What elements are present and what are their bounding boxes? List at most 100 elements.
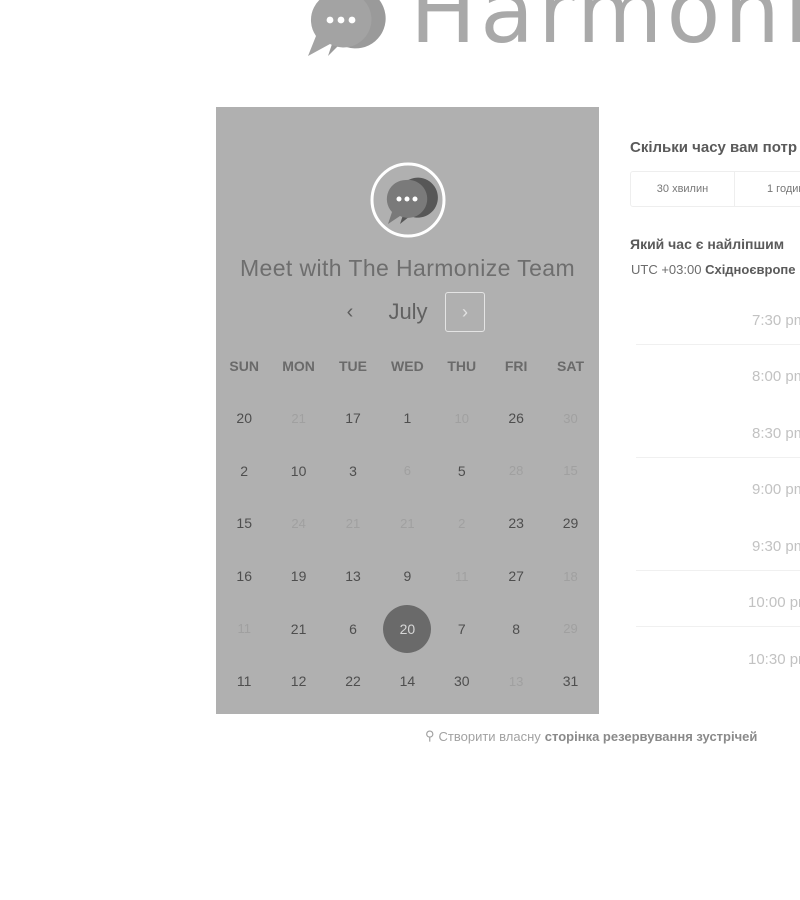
- calendar-day[interactable]: 30: [435, 655, 489, 708]
- calendar-day-number: 26: [508, 410, 524, 427]
- brand-logo-icon: [308, 0, 386, 56]
- calendar-day[interactable]: 10: [271, 445, 325, 498]
- month-label: July: [388, 299, 428, 324]
- calendar-day-selected[interactable]: 20: [380, 602, 434, 655]
- calendar-day[interactable]: 23: [489, 497, 543, 550]
- calendar-day-number: 23: [508, 515, 524, 532]
- calendar-day: 13: [489, 655, 543, 708]
- calendar-day[interactable]: 26: [489, 392, 543, 445]
- calendar-day-number: 8: [512, 620, 521, 637]
- calendar-title: Meet with The Harmonize Team: [239, 255, 576, 281]
- calendar-day[interactable]: 11: [217, 655, 271, 708]
- calendar-day-number: 13: [345, 568, 361, 585]
- duration-option-60[interactable]: 1 годин: [735, 172, 800, 206]
- calendar-day: 21: [271, 392, 325, 445]
- footer-link[interactable]: ⚲ Створити власну сторінка резервування …: [425, 728, 757, 744]
- calendar-day-number: 11: [237, 621, 251, 637]
- weekday-label: FRI: [504, 358, 528, 374]
- calendar-day-number: 7: [457, 620, 466, 637]
- time-slot-label: 9:30 pm: [752, 537, 800, 555]
- calendar-day-number: 28: [508, 463, 524, 479]
- time-slot[interactable]: 7:30 pm: [630, 292, 800, 349]
- calendar-day[interactable]: 29: [543, 497, 597, 550]
- duration-question: Скільки часу вам потр: [630, 139, 798, 156]
- footer-link-text[interactable]: сторінка резервування зустрічей: [545, 729, 758, 744]
- slot-divider: [636, 343, 800, 345]
- time-slot[interactable]: 10:00 pm: [630, 575, 800, 632]
- weekday-header: SUN MON TUE WED THU FRI SAT: [217, 358, 598, 374]
- timezone-selector[interactable]: UTC +03:00 Східноєвропе: [631, 262, 796, 277]
- calendar-day[interactable]: 9: [380, 550, 434, 603]
- calendar-day-number: 6: [403, 463, 411, 479]
- calendar-week-row: 11 21 6 20 7 8 29: [217, 602, 598, 655]
- calendar-day[interactable]: 22: [326, 655, 380, 708]
- weekday-label: THU: [447, 358, 477, 374]
- calendar-day-number: 21: [400, 515, 415, 531]
- time-slot[interactable]: 8:30 pm: [630, 405, 800, 462]
- calendar-day-number: 13: [508, 673, 524, 689]
- calendar-day-number: 30: [453, 673, 470, 690]
- slot-divider: [636, 569, 800, 571]
- calendar-day-number: 27: [508, 568, 524, 585]
- time-slot-label: 10:30 pm: [748, 650, 800, 668]
- calendar-day[interactable]: 12: [271, 655, 325, 708]
- calendar-day[interactable]: 13: [326, 550, 380, 603]
- calendar-day-number: 3: [349, 462, 357, 479]
- calendar-day[interactable]: 5: [435, 445, 489, 498]
- time-slot[interactable]: 10:30 pm: [630, 631, 800, 688]
- calendar-day[interactable]: 15: [217, 497, 271, 550]
- calendar-day-number: 21: [291, 410, 306, 426]
- calendar-day-number: 11: [455, 568, 469, 584]
- duration-selector: 30 хвилин 1 годин: [630, 171, 800, 207]
- calendar-day: 2: [435, 497, 489, 550]
- slot-divider: [636, 456, 800, 458]
- time-slot[interactable]: 9:30 pm: [630, 518, 800, 575]
- calendar-day: 11: [217, 602, 271, 655]
- slot-divider: [636, 626, 800, 627]
- calendar-day-number: 12: [290, 673, 307, 690]
- calendar-day[interactable]: 3: [326, 445, 380, 498]
- calendar-day[interactable]: 20: [217, 392, 271, 445]
- time-slot[interactable]: 8:00 pm: [630, 349, 800, 406]
- calendar-day-number: 20: [383, 604, 432, 653]
- booking-panel: Скільки часу вам потр 30 хвилин 1 годин …: [630, 0, 800, 900]
- calendar-day[interactable]: 19: [271, 550, 325, 603]
- calendar-day-number: 11: [236, 673, 252, 690]
- duration-option-30[interactable]: 30 хвилин: [631, 172, 735, 206]
- calendar-day[interactable]: 1: [380, 392, 434, 445]
- calendar-day-number: 2: [240, 462, 249, 479]
- calendar-day: 21: [326, 497, 380, 550]
- calendar-day: 21: [380, 497, 434, 550]
- time-slot-label: 9:00 pm: [752, 481, 800, 499]
- calendar-day[interactable]: 14: [380, 655, 434, 708]
- calendar-week-row: 16 19 13 9 11 27 18: [217, 550, 598, 603]
- calendar-day[interactable]: 6: [326, 602, 380, 655]
- team-avatar-icon: [370, 162, 446, 238]
- time-slot-list: 7:30 pm 8:00 pm 8:30 pm 9:00 pm 9:30 pm 10:00…: [630, 292, 800, 688]
- calendar-day[interactable]: 21: [271, 602, 325, 655]
- calendar-day-number: 9: [403, 568, 412, 585]
- calendar-day[interactable]: 17: [326, 392, 380, 445]
- weekday-label: SUN: [229, 358, 259, 374]
- calendar-day-number: 20: [236, 410, 252, 427]
- time-question: Який час є найліпшим: [630, 236, 785, 252]
- calendar-day-number: 2: [458, 515, 466, 531]
- calendar-week-row: 2 10 3 6 5 28 15: [217, 445, 598, 498]
- calendar-day-number: 6: [349, 620, 357, 637]
- calendar-day[interactable]: 7: [435, 602, 489, 655]
- time-slot[interactable]: 9:00 pm: [630, 462, 800, 519]
- calendar-day[interactable]: 8: [489, 602, 543, 655]
- calendar-day-number: 15: [236, 515, 252, 532]
- calendar-day[interactable]: 16: [217, 550, 271, 603]
- prev-month-button[interactable]: ‹: [338, 292, 362, 332]
- calendar-day[interactable]: 27: [489, 550, 543, 603]
- calendar-day[interactable]: 31: [543, 655, 597, 708]
- calendar-day-number: 31: [562, 673, 579, 690]
- next-month-button[interactable]: ›: [445, 292, 485, 332]
- calendar-week-row: 20 21 17 1 10 26 30: [217, 392, 598, 445]
- calendar-day-number: 15: [563, 463, 578, 479]
- calendar-day-number: 21: [290, 620, 307, 637]
- calendar-day-number: 5: [457, 462, 466, 479]
- calendar-grid: 20 21 17 1 10 26 30 2 10 3 6 5 28 15 15 24 21 21 2 23 29 16 19…: [217, 392, 598, 708]
- calendar-day[interactable]: 2: [217, 445, 271, 498]
